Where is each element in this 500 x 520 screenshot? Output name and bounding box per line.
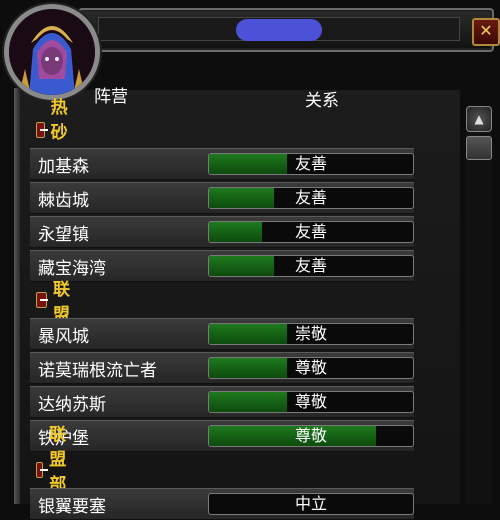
scroll-thumb[interactable]: [466, 136, 492, 160]
column-header-faction[interactable]: 阵营: [94, 82, 128, 107]
standing-label: 友善: [294, 256, 327, 275]
faction-name: 银翼要塞: [38, 497, 106, 517]
scroll-up-arrow-icon[interactable]: ▲: [466, 106, 492, 132]
column-header-relation[interactable]: 关系: [305, 86, 339, 111]
close-button[interactable]: ✕: [472, 18, 500, 46]
faction-name: 暴风城: [38, 327, 89, 347]
standing-label: 友善: [294, 154, 327, 173]
faction-row[interactable]: 达纳苏斯 尊敬: [30, 386, 414, 418]
reputation-bar: 友善: [208, 187, 414, 209]
reputation-bar: 友善: [208, 255, 414, 277]
faction-row[interactable]: 暴风城 崇敬: [30, 318, 414, 350]
category-header[interactable]: 联盟部队: [36, 425, 75, 520]
title-redacted-pill: [236, 19, 322, 41]
faction-row[interactable]: 棘齿城 友善: [30, 182, 414, 214]
standing-label: 中立: [294, 494, 327, 513]
faction-row[interactable]: 银翼要塞 中立: [30, 488, 414, 520]
collapse-minus-icon[interactable]: [36, 462, 49, 478]
faction-name: 加基森: [38, 157, 89, 177]
faction-row[interactable]: 藏宝海湾 友善: [30, 250, 414, 282]
frame-border-left: [14, 88, 20, 504]
reputation-bar: 尊敬: [208, 391, 414, 413]
faction-row[interactable]: 加基森 友善: [30, 148, 414, 180]
standing-label: 友善: [294, 188, 327, 207]
character-portrait: [4, 4, 100, 100]
reputation-bar: 尊敬: [208, 357, 414, 379]
category-header[interactable]: 热砂港: [36, 98, 75, 168]
reputation-bar: 中立: [208, 493, 414, 515]
reputation-bar: 友善: [208, 153, 414, 175]
standing-label: 友善: [294, 222, 327, 241]
collapse-minus-icon[interactable]: [36, 122, 48, 138]
faction-name: 达纳苏斯: [38, 395, 106, 415]
reputation-bar: 友善: [208, 221, 414, 243]
standing-label: 崇敬: [294, 324, 327, 343]
faction-row[interactable]: 诺莫瑞根流亡者 尊敬: [30, 352, 414, 384]
faction-row[interactable]: 永望镇 友善: [30, 216, 414, 248]
reputation-bar: 崇敬: [208, 323, 414, 345]
category-header[interactable]: 联盟: [36, 280, 75, 325]
standing-label: 尊敬: [294, 426, 327, 445]
faction-name: 棘齿城: [38, 191, 89, 211]
standing-label: 尊敬: [294, 392, 327, 411]
standing-label: 尊敬: [294, 358, 327, 377]
portrait-icon: [9, 9, 95, 95]
faction-row[interactable]: 铁炉堡 尊敬: [30, 420, 414, 452]
collapse-minus-icon[interactable]: [36, 292, 49, 308]
faction-name: 永望镇: [38, 225, 89, 245]
scrollbar-track[interactable]: [466, 106, 492, 504]
reputation-bar: 尊敬: [208, 425, 414, 447]
reputation-window: ✕ 阵营 关系 热砂港加基森友善棘齿城友善永望镇友善藏宝海湾友善联盟暴风城崇敬诺…: [0, 0, 500, 520]
faction-name: 诺莫瑞根流亡者: [38, 361, 157, 381]
